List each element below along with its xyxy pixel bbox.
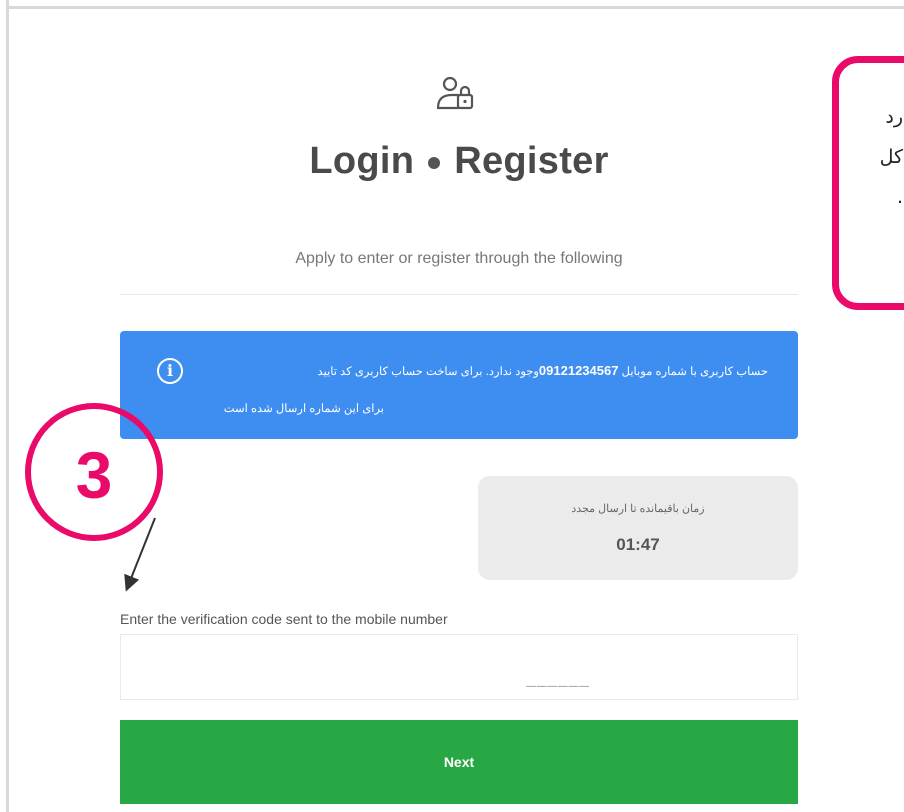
next-button[interactable]: Next xyxy=(120,720,798,804)
title-register: Register xyxy=(454,140,609,182)
verification-code-label: Enter the verification code sent to the … xyxy=(120,611,448,627)
info-icon: i xyxy=(157,358,183,384)
resend-timer-box: زمان باقیمانده تا ارسال مجدد 01:47 xyxy=(478,476,798,580)
page-title: Login Register xyxy=(120,140,798,183)
timer-label: زمان باقیمانده تا ارسال مجدد xyxy=(571,503,705,515)
annotation-callout-text: رد کل . xyxy=(879,106,903,208)
alert-text-after: وجود ندارد. برای ساخت حساب کاربری کد تای… xyxy=(317,366,539,378)
step-number: 3 xyxy=(76,438,113,512)
info-alert: i حساب کاربری با شماره موبایل 0912123456… xyxy=(120,331,798,439)
page-subtitle: Apply to enter or register through the f… xyxy=(295,250,623,267)
annotation-callout-box: رد کل . xyxy=(832,56,904,310)
title-login: Login xyxy=(309,140,415,182)
step-annotation: 3 xyxy=(25,403,163,592)
user-lock-icon xyxy=(436,76,474,110)
alert-message-line1: حساب کاربری با شماره موبایل 09121234567و… xyxy=(318,363,768,378)
alert-phone-number: 09121234567 xyxy=(538,363,619,378)
window-frame-top xyxy=(6,6,904,9)
title-separator-dot xyxy=(428,156,441,169)
window-frame-left xyxy=(6,0,9,812)
timer-countdown: 01:47 xyxy=(616,535,660,554)
alert-text-before: حساب کاربری با شماره موبایل xyxy=(618,366,768,378)
verification-code-input[interactable] xyxy=(120,634,798,700)
divider xyxy=(120,294,798,295)
alert-message-line2: برای این شماره ارسال شده است xyxy=(223,403,384,415)
